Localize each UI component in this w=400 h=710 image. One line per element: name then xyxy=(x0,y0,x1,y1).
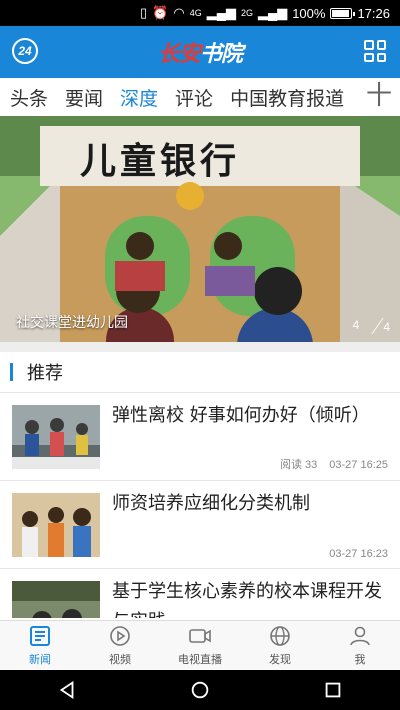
section-divider xyxy=(0,342,400,352)
news-icon xyxy=(30,626,50,646)
tab-shendu[interactable]: 深度 xyxy=(120,84,158,111)
nav-video[interactable]: 视频 xyxy=(80,621,160,670)
signal2-icon: ▂▄▆ xyxy=(257,5,288,20)
globe-icon xyxy=(270,626,290,646)
nav-label: 新闻 xyxy=(29,653,51,666)
bottom-nav: 新闻 视频 电视直播 发现 我 xyxy=(0,620,400,670)
nav-me[interactable]: 我 xyxy=(320,621,400,670)
user-icon xyxy=(350,626,370,646)
add-tab-icon[interactable]: 十 xyxy=(359,82,392,110)
section-title: 推荐 xyxy=(27,363,63,384)
hero-sign-text: 儿童银行 xyxy=(80,140,241,182)
tab-yaowen[interactable]: 要闻 xyxy=(65,84,103,111)
nav-news[interactable]: 新闻 xyxy=(0,621,80,670)
alarm-icon: ⏰ xyxy=(152,5,169,20)
tab-pinglun[interactable]: 评论 xyxy=(175,84,213,111)
tv-icon xyxy=(189,629,211,643)
nav-live-tv[interactable]: 电视直播 xyxy=(160,621,240,670)
network-label: 4G xyxy=(189,8,202,18)
nav-label: 我 xyxy=(354,653,366,666)
tab-education-report[interactable]: 中国教育报道 xyxy=(230,84,344,111)
section-accent-bar xyxy=(10,363,13,381)
news-time: 03-27 16:23 xyxy=(329,548,388,560)
system-nav-bar xyxy=(0,670,400,710)
news-title: 弹性离校 好事如何办好（倾听） xyxy=(112,405,370,426)
tab-toutiao[interactable]: 头条 xyxy=(10,84,48,111)
news-time: 03-27 16:25 xyxy=(329,459,388,471)
battery-percent: 100% xyxy=(292,5,326,21)
news-meta: 03-27 16:23 xyxy=(329,548,388,560)
recents-icon[interactable] xyxy=(322,679,344,701)
news-thumbnail xyxy=(12,405,100,469)
play-icon xyxy=(110,626,130,646)
slide-index: 4 xyxy=(352,318,360,332)
24h-icon[interactable]: 24 xyxy=(12,38,38,64)
app-logo: 长安书院 xyxy=(157,36,243,68)
hero-caption: 社交课堂进幼儿园 xyxy=(16,315,128,331)
status-bar: ▯ ⏰ ◠ 4G ▂▄▆ 2G ▂▄▆ 100% 17:26 xyxy=(0,0,400,26)
wifi-icon: ◠ xyxy=(173,5,185,20)
section-header: 推荐 xyxy=(0,352,400,392)
24h-label: 24 xyxy=(18,44,32,58)
clock: 17:26 xyxy=(357,5,390,21)
news-reads: 阅读 33 xyxy=(279,459,318,471)
news-list: 弹性离校 好事如何办好（倾听） 阅读 33 03-27 16:25 师资培养应细化… xyxy=(0,392,400,618)
signal-icon: ▂▄▆ xyxy=(206,5,236,20)
slide-total: 4 xyxy=(383,320,390,334)
app-header: 24 长安书院 xyxy=(0,26,400,78)
logo-part1: 长安 xyxy=(157,42,201,67)
status-icons: ▯ ⏰ ◠ 4G ▂▄▆ 2G ▂▄▆ 100% 17:26 xyxy=(140,5,390,21)
nav-discover[interactable]: 发现 xyxy=(240,621,320,670)
network2-label: 2G xyxy=(240,8,253,18)
news-title: 师资培养应细化分类机制 xyxy=(112,493,310,514)
slide-divider xyxy=(358,318,384,334)
grid-icon[interactable] xyxy=(364,40,386,62)
news-item[interactable]: 师资培养应细化分类机制 03-27 16:23 xyxy=(0,480,400,568)
news-title: 基于学生核心素养的校本课程开发与实践 xyxy=(112,581,382,618)
news-item[interactable]: 基于学生核心素养的校本课程开发与实践 xyxy=(0,568,400,618)
home-icon[interactable] xyxy=(189,679,211,701)
news-item[interactable]: 弹性离校 好事如何办好（倾听） 阅读 33 03-27 16:25 xyxy=(0,392,400,480)
nav-label: 发现 xyxy=(269,653,291,666)
news-thumbnail xyxy=(12,581,100,618)
nav-label: 电视直播 xyxy=(178,653,222,666)
back-icon[interactable] xyxy=(56,679,78,701)
battery-icon xyxy=(330,7,356,19)
category-tabs: 头条 要闻 深度 评论 中国教育报道 十 xyxy=(0,78,400,116)
vibrate-icon: ▯ xyxy=(140,5,148,20)
nav-label: 视频 xyxy=(109,653,131,666)
news-thumbnail xyxy=(12,493,100,557)
news-meta: 阅读 33 03-27 16:25 xyxy=(280,456,388,472)
logo-part2: 书院 xyxy=(200,42,243,67)
slide-counter: 4 4 xyxy=(353,318,390,334)
hero-carousel[interactable]: 儿童银行 社交课堂进幼儿园 4 4 xyxy=(0,116,400,342)
